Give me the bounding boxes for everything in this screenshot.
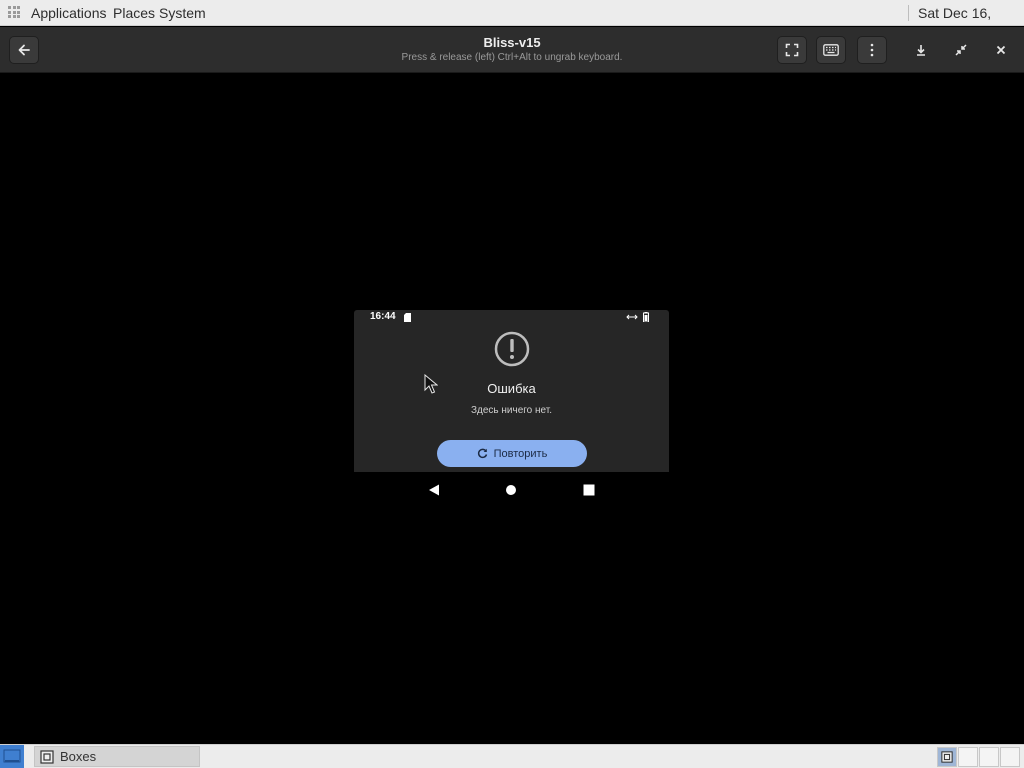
clock[interactable]: Sat Dec 16, 03:54	[918, 0, 1024, 47]
nav-back-icon[interactable]	[428, 484, 440, 496]
top-panel: Applications Places System Sat Dec 16, 0…	[0, 0, 1024, 47]
android-status-bar: 16:44	[354, 310, 669, 325]
desktop-icon	[3, 749, 21, 763]
close-icon	[996, 45, 1006, 55]
alert-circle-icon	[494, 331, 530, 367]
close-button[interactable]	[987, 36, 1015, 64]
nav-home-icon[interactable]	[505, 484, 517, 496]
minimize-button[interactable]	[907, 36, 935, 64]
download-icon	[917, 45, 925, 56]
boxes-app-icon	[40, 749, 54, 764]
kebab-menu-icon	[870, 43, 874, 57]
keyboard-button[interactable]	[816, 36, 846, 64]
apps-grid-icon[interactable]	[8, 6, 20, 18]
android-screen[interactable]: 16:44 Ошибка Здесь ничего нет. Повторить	[354, 310, 669, 472]
sd-card-icon	[404, 313, 411, 322]
error-message: Здесь ничего нет.	[470, 405, 553, 416]
places-menu[interactable]: Places	[113, 0, 155, 26]
android-nav-bar	[354, 478, 669, 504]
workspace-2[interactable]	[958, 747, 978, 767]
taskbar-item-boxes[interactable]: Boxes	[34, 746, 200, 767]
restore-icon	[955, 44, 967, 56]
battery-icon	[643, 312, 649, 322]
retry-label: Повторить	[493, 447, 548, 460]
retry-button[interactable]: Повторить	[437, 440, 587, 467]
applications-menu[interactable]: Applications	[31, 0, 107, 26]
workspace-4[interactable]	[1000, 747, 1020, 767]
menu-button[interactable]	[857, 36, 887, 64]
system-menu[interactable]: System	[159, 0, 206, 26]
workspace-3[interactable]	[979, 747, 999, 767]
status-time: 16:44	[370, 311, 396, 322]
mouse-cursor-icon	[424, 374, 438, 394]
show-desktop-button[interactable]	[0, 745, 24, 768]
keyboard-icon	[823, 44, 839, 56]
workspace-1[interactable]	[937, 747, 957, 767]
error-title: Ошибка	[487, 381, 536, 396]
boxes-headerbar: Bliss-v15 Press & release (left) Ctrl+Al…	[0, 27, 1024, 73]
wifi-icon	[626, 314, 638, 320]
panel-separator	[908, 5, 909, 21]
boxes-app-icon	[941, 751, 953, 763]
restore-button[interactable]	[947, 36, 975, 64]
taskbar-item-label: Boxes	[60, 749, 97, 764]
fullscreen-icon	[785, 43, 799, 57]
bottom-panel: Boxes	[0, 744, 1024, 768]
refresh-icon	[477, 448, 487, 459]
nav-recents-icon[interactable]	[583, 484, 595, 496]
fullscreen-button[interactable]	[777, 36, 807, 64]
